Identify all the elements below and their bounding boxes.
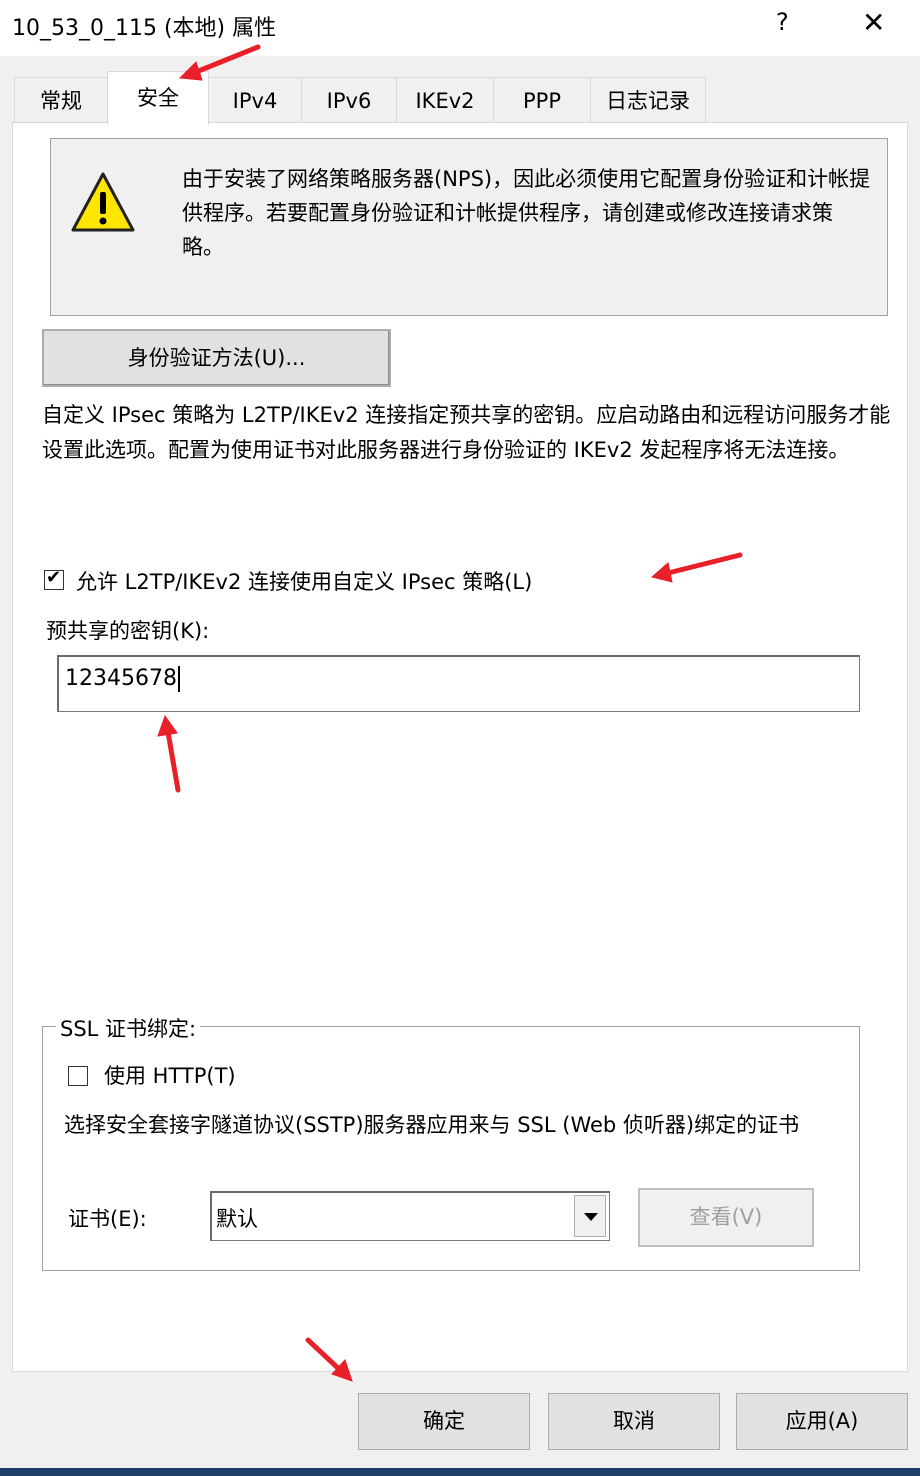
taskbar-edge <box>0 1468 920 1476</box>
cancel-button[interactable]: 取消 <box>548 1393 720 1450</box>
tab-ipv6[interactable]: IPv6 <box>301 77 397 123</box>
psk-input[interactable]: 12345678 <box>57 655 860 712</box>
cert-select[interactable] <box>210 1191 610 1241</box>
tab-general[interactable]: 常规 <box>14 77 108 123</box>
info-text: 由于安装了网络策略服务器(NPS)，因此必须使用它配置身份验证和计帐提供程序。若… <box>182 167 871 259</box>
apply-button[interactable]: 应用(A) <box>736 1393 908 1450</box>
authentication-methods-button[interactable]: 身份验证方法(U)... <box>42 329 391 387</box>
chevron-down-icon <box>584 1213 598 1221</box>
use-http-checkbox[interactable] <box>68 1066 88 1086</box>
tab-ppp[interactable]: PPP <box>493 77 591 123</box>
sstp-description: 选择安全套接字隧道协议(SSTP)服务器应用来与 SSL (Web 侦听器)绑定… <box>64 1113 800 1137</box>
tab-ipv4[interactable]: IPv4 <box>208 77 302 123</box>
ipsec-description: 自定义 IPsec 策略为 L2TP/IKEv2 连接指定预共享的密钥。应启动路… <box>42 403 891 462</box>
window-title: 10_53_0_115 (本地) 属性 <box>12 16 277 41</box>
ssl-group-title: SSL 证书绑定: <box>56 1013 201 1043</box>
ok-button[interactable]: 确定 <box>358 1393 530 1450</box>
psk-label: 预共享的密钥(K): <box>46 619 210 643</box>
tab-ikev2[interactable]: IKEv2 <box>396 77 494 123</box>
tab-logging[interactable]: 日志记录 <box>590 77 706 123</box>
cert-selected-value: 默认 <box>216 1207 258 1231</box>
help-button[interactable]: ? <box>776 8 789 36</box>
tab-security[interactable]: 安全 <box>107 71 209 125</box>
custom-ipsec-checkbox[interactable]: ✔ <box>44 567 64 590</box>
close-button[interactable]: ✕ <box>862 6 885 39</box>
text-caret <box>177 666 180 692</box>
use-http-label: 使用 HTTP(T) <box>104 1064 236 1088</box>
warning-icon <box>71 172 135 232</box>
custom-ipsec-label: 允许 L2TP/IKEv2 连接使用自定义 IPsec 策略(L) <box>76 570 533 594</box>
view-cert-button[interactable]: 查看(V) <box>638 1188 814 1247</box>
cert-label: 证书(E): <box>68 1207 147 1231</box>
psk-value: 12345678 <box>65 666 177 691</box>
checkmark-icon: ✔ <box>46 567 62 588</box>
